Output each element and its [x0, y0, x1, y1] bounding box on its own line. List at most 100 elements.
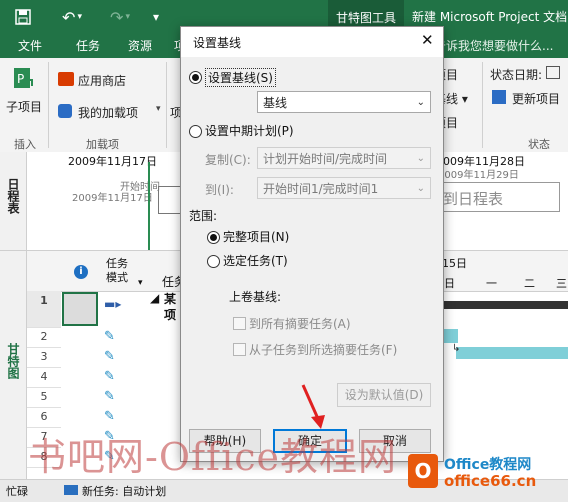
selected-cell[interactable]: [62, 292, 98, 326]
dialog-title: 设置基线: [193, 36, 242, 50]
logo-domain: office66.cn: [444, 472, 537, 490]
set-interim-plan-radio[interactable]: [189, 125, 202, 138]
timeline-add-text: 到日程表: [443, 190, 504, 208]
set-default-button[interactable]: 设为默认值(D): [337, 383, 431, 407]
day-header-3: 三: [556, 277, 567, 290]
close-icon[interactable]: ✕: [421, 31, 434, 49]
store-icon: [58, 72, 74, 86]
ribbon-separator: [482, 62, 483, 148]
into-label: 到(I):: [205, 183, 234, 197]
copy-label: 复制(C):: [205, 153, 251, 167]
chevron-down-icon: ⌄: [416, 183, 425, 194]
manual-task-pin-icon: ✎: [104, 409, 115, 424]
set-baseline-radio[interactable]: [189, 71, 202, 84]
timeline-side-bar: 日程表: [0, 152, 27, 250]
status-date-label: 状态日期:: [490, 68, 543, 82]
app-store-button[interactable]: 应用商店: [78, 72, 126, 89]
row-number[interactable]: 1: [27, 291, 61, 328]
row-1-task-name[interactable]: 某 项: [164, 291, 176, 323]
row-number[interactable]: 2: [27, 327, 61, 348]
summary-bar[interactable]: [440, 301, 568, 309]
redo-icon[interactable]: ↷ ▾: [104, 0, 136, 34]
tab-file[interactable]: 文件: [12, 34, 48, 58]
status-new-task[interactable]: 新任务: 自动计划: [82, 483, 166, 499]
timeline-date-top: 2009年11月17日: [68, 155, 157, 168]
subproject-label: 子项目: [6, 100, 43, 114]
row-1-expand-icon[interactable]: ◢: [150, 291, 159, 305]
update-project-icon: [492, 90, 506, 104]
baseline-select[interactable]: 基线 ⌄: [257, 91, 431, 113]
addins-icon: [58, 104, 72, 118]
annotation-arrow-icon: [301, 384, 325, 429]
subproject-icon[interactable]: P: [12, 66, 34, 93]
undo-icon[interactable]: ↶ ▾: [56, 0, 88, 34]
new-task-icon: [64, 485, 78, 495]
summary-task-mode-icon: ▬▸: [104, 297, 122, 311]
selected-tasks-label[interactable]: 选定任务(T): [223, 252, 288, 269]
save-icon[interactable]: [12, 0, 34, 34]
copy-select-value: 计划开始时间/完成时间: [263, 152, 388, 166]
set-baseline-label[interactable]: 设置基线(S): [205, 68, 276, 87]
my-addins-dropdown-icon[interactable]: ▾: [156, 104, 161, 114]
tell-me-search[interactable]: 告诉我您想要做什么...: [434, 34, 553, 58]
task-mode-dropdown-icon[interactable]: ▾: [138, 278, 143, 288]
selected-tasks-radio[interactable]: [207, 255, 220, 268]
to-all-summary-label[interactable]: 到所有摘要任务(A): [249, 315, 351, 332]
svg-text:P: P: [17, 72, 24, 86]
calendar-icon[interactable]: [546, 66, 560, 79]
dialog-title-bar: 设置基线 ✕: [181, 27, 443, 57]
row-number[interactable]: 4: [27, 367, 61, 388]
manual-task-pin-icon: ✎: [104, 349, 115, 364]
tab-resource[interactable]: 资源: [122, 34, 158, 58]
scope-label: 范围:: [189, 209, 218, 223]
row-number[interactable]: 5: [27, 387, 61, 408]
watermark-text: 书吧网-Office教程网: [28, 435, 398, 479]
ribbon-separator: [48, 62, 49, 148]
day-header-1: 一: [486, 277, 497, 290]
ribbon-separator: [166, 62, 167, 148]
group-status-label: 状态: [528, 138, 550, 151]
manual-task-pin-icon: ✎: [104, 329, 115, 344]
rollup-label: 上卷基线:: [229, 290, 282, 304]
into-select-value: 开始时间1/完成时间1: [263, 182, 379, 196]
gantt-side-label: 甘特图: [6, 343, 20, 379]
row-number[interactable]: 6: [27, 407, 61, 428]
timeline-end-date: 2009年11月29日: [438, 170, 519, 181]
tab-task[interactable]: 任务: [70, 34, 106, 58]
watermark-logo: O Office教程网 office66.cn: [404, 450, 562, 494]
day-header-0: 日: [444, 277, 455, 290]
group-insert-label: 插入: [14, 138, 36, 151]
my-addins-button[interactable]: 我的加载项: [78, 104, 138, 121]
manual-task-pin-icon: ✎: [104, 369, 115, 384]
to-all-summary-checkbox[interactable]: [233, 317, 246, 330]
copy-select[interactable]: 计划开始时间/完成时间 ⌄: [257, 147, 431, 169]
into-select[interactable]: 开始时间1/完成时间1 ⌄: [257, 177, 431, 199]
timeline-side-label: 日程表: [6, 178, 20, 214]
entire-project-radio[interactable]: [207, 231, 220, 244]
office-logo-icon: O: [408, 454, 438, 488]
status-mode: 忙碌: [6, 485, 28, 498]
from-subtasks-label[interactable]: 从子任务到所选摘要任务(F): [249, 341, 397, 358]
row-number[interactable]: 3: [27, 347, 61, 368]
update-project-button[interactable]: 更新项目: [512, 90, 560, 107]
baseline-select-value: 基线: [263, 96, 288, 110]
logo-name: Office教程网: [444, 457, 532, 473]
week-label: 15日: [442, 257, 467, 270]
chevron-down-icon: ⌄: [416, 97, 425, 108]
info-column-icon[interactable]: i: [74, 265, 88, 279]
task-bar[interactable]: [456, 347, 568, 359]
col-task-mode[interactable]: 任务模式: [106, 257, 132, 285]
dependency-arrow-icon: ↳: [452, 343, 461, 354]
day-header-2: 二: [524, 277, 535, 290]
customize-toolbar-icon[interactable]: ▾: [146, 0, 166, 34]
timeline-start-date: 2009年11月17日: [72, 193, 153, 204]
timeline-add-box[interactable]: 到日程表: [442, 182, 560, 212]
set-baseline-dialog: 设置基线 ✕ 设置基线(S) 基线 ⌄ 设置中期计划(P) 复制(C): 计划开…: [180, 26, 444, 462]
chevron-down-icon: ⌄: [416, 153, 425, 164]
set-interim-plan-label[interactable]: 设置中期计划(P): [205, 122, 294, 139]
group-addins-label: 加载项: [86, 138, 119, 151]
timeline-today-marker: [148, 162, 150, 250]
entire-project-label[interactable]: 完整项目(N): [223, 228, 289, 245]
from-subtasks-checkbox[interactable]: [233, 343, 246, 356]
manual-task-pin-icon: ✎: [104, 389, 115, 404]
